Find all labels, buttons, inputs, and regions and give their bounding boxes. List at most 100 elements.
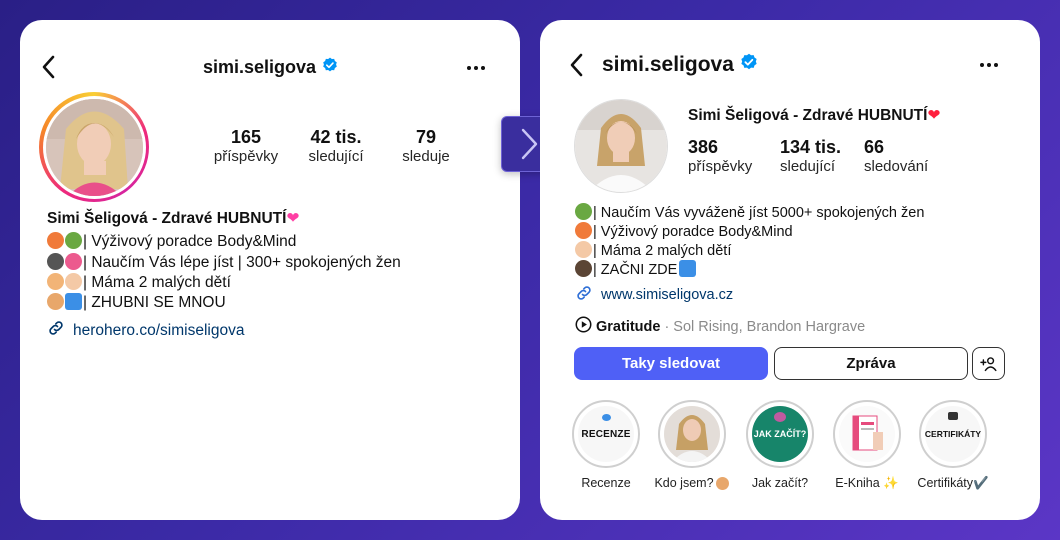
stat-value: 66: [864, 137, 885, 157]
profile-display-name: Simi Šeligová - Zdravé HUBNUTÍ❤: [688, 106, 940, 125]
bio-text: | Výživový poradce Body&Mind: [593, 224, 793, 240]
add-user-button[interactable]: [972, 347, 1005, 380]
stat-value: 386: [688, 137, 719, 157]
bio-line-3: | Máma 2 malých dětí: [47, 273, 231, 292]
bio-text: | Výživový poradce Body&Mind: [83, 233, 297, 250]
stat-posts[interactable]: 386 příspěvky: [688, 137, 752, 175]
back-arrow-icon[interactable]: [564, 52, 590, 78]
pizza-emoji-icon: [47, 232, 64, 249]
music-artist: · Sol Rising, Brandon Hargrave: [664, 318, 866, 335]
magnifier-emoji-icon: [47, 253, 64, 270]
link-icon: [47, 319, 65, 342]
avatar: [45, 98, 143, 196]
more-options-icon[interactable]: [976, 52, 1002, 78]
display-name-text: Simi Šeligová - Zdravé HUBNUTÍ: [47, 210, 287, 227]
highlight-title-text: Kdo jsem?: [654, 476, 714, 490]
link-text: herohero.co/simiseligova: [73, 321, 245, 339]
back-arrow-icon[interactable]: [36, 54, 62, 80]
play-icon: [575, 316, 592, 337]
highlight-title: Jak začít?: [751, 476, 809, 490]
highlight-kdo-jsem[interactable]: Kdo jsem?: [652, 400, 732, 490]
highlight-jak-zacit[interactable]: JAK ZAČÍT? Jak začít?: [740, 400, 820, 490]
graduation-cap-icon: [948, 412, 958, 420]
profile-music[interactable]: Gratitude · Sol Rising, Brandon Hargrave: [575, 316, 865, 337]
baby-emoji-icon: [65, 273, 82, 290]
down-arrow-emoji-icon: [65, 293, 82, 310]
bio-line-3: | Máma 2 malých dětí: [575, 241, 731, 259]
mother-emoji-icon: [47, 273, 64, 290]
bio-text: | ZHUBNI SE MNOU: [83, 294, 226, 311]
bikini-emoji-icon: [65, 253, 82, 270]
stat-posts[interactable]: 165 příspěvky: [210, 127, 282, 165]
yoga-emoji-icon: [715, 477, 729, 490]
username-text: simi.seligova: [203, 57, 317, 77]
bio-text: | Naučím Vás vyváženě jíst 5000+ spokoje…: [593, 205, 925, 221]
stat-label: příspěvky: [213, 148, 279, 165]
stat-following[interactable]: 79 sleduje: [390, 127, 462, 165]
more-options-icon[interactable]: [463, 55, 489, 81]
highlight-cover: [664, 406, 720, 462]
down-arrow-emoji-icon: [679, 260, 697, 277]
highlight-cover: [839, 406, 895, 462]
highlight-cover: CERTIFIKÁTY: [925, 406, 981, 462]
highlight-e-kniha[interactable]: E-Kniha ✨: [827, 400, 907, 491]
link-text: www.simiseligova.cz: [601, 287, 734, 303]
music-title: Gratitude: [596, 318, 661, 335]
ebook-icon: [852, 415, 883, 451]
bio-line-1: | Výživový poradce Body&Mind: [47, 232, 296, 251]
stat-value: 165: [230, 127, 262, 147]
baby-emoji-icon: [575, 241, 592, 258]
link-icon: [575, 284, 593, 306]
stat-followers[interactable]: 134 tis. sledující: [780, 137, 841, 175]
profile-display-name: Simi Šeligová - Zdravé HUBNUTÍ❤: [47, 209, 299, 228]
verified-badge-icon: [740, 53, 758, 77]
highlight-recenze[interactable]: RECENZE Recenze: [566, 400, 646, 490]
red-heart-icon: ❤: [927, 107, 941, 124]
highlight-title: Recenze: [581, 476, 631, 490]
stat-value: 42 tis.: [310, 127, 362, 147]
highlight-title: Kdo jsem?: [652, 476, 732, 490]
profile-avatar-story-ring[interactable]: [39, 92, 149, 202]
bio-text: | ZAČNI ZDE: [593, 262, 678, 278]
stat-label: sledující: [308, 148, 364, 165]
bio-text: | Máma 2 malých dětí: [593, 243, 732, 259]
bio-text: | Máma 2 malých dětí: [83, 274, 231, 291]
bio-line-2: | Naučím Vás lépe jíst | 300+ spokojenýc…: [47, 253, 401, 272]
highlight-cover: RECENZE: [578, 406, 634, 462]
stat-value: 134 tis.: [780, 137, 842, 157]
highlight-title: Certifikáty✔️: [917, 476, 989, 490]
profile-link[interactable]: www.simiseligova.cz: [575, 284, 733, 306]
avatar[interactable]: [574, 99, 668, 193]
verified-badge-icon: [322, 57, 338, 78]
message-button[interactable]: Zpráva: [774, 347, 968, 380]
chevron-right-icon: [521, 128, 538, 160]
profile-link[interactable]: herohero.co/simiseligova: [47, 319, 244, 342]
profile-username: simi.seligova: [203, 57, 338, 78]
highlight-title: E-Kniha ✨: [835, 476, 899, 490]
display-name-text: Simi Šeligová - Zdravé HUBNUTÍ: [688, 107, 928, 124]
stat-following[interactable]: 66 sledování: [864, 137, 928, 175]
pink-heart-icon: ❤: [286, 210, 300, 227]
speech-bubble-icon: [602, 414, 611, 421]
profile-username: simi.seligova: [602, 53, 758, 77]
stat-label: sledující: [780, 158, 836, 175]
stat-label: sleduje: [402, 148, 450, 165]
pizza-emoji-icon: [575, 222, 592, 239]
stat-value: 79: [415, 127, 437, 147]
follow-button[interactable]: Taky sledovat: [574, 347, 768, 380]
profile-card-before: simi.seligova 165 příspěvky 42 tis. sled…: [20, 20, 520, 520]
bio-line-4: | ZHUBNI SE MNOU: [47, 293, 226, 312]
bio-line-2: | Výživový poradce Body&Mind: [575, 222, 793, 240]
salad-emoji-icon: [575, 203, 592, 220]
highlight-certifikaty[interactable]: CERTIFIKÁTY Certifikáty✔️: [913, 400, 993, 491]
woman-icon: [774, 412, 786, 422]
yoga-emoji-icon: [47, 293, 64, 310]
stat-followers[interactable]: 42 tis. sledující: [300, 127, 372, 165]
stat-label: příspěvky: [688, 158, 753, 175]
bio-line-1: | Naučím Vás vyváženě jíst 5000+ spokoje…: [575, 203, 924, 221]
highlight-cover-text: CERTIFIKÁTY: [925, 429, 981, 439]
profile-card-after: simi.seligova Simi Šeligová - Zdravé HUB…: [540, 20, 1040, 520]
bio-text: | Naučím Vás lépe jíst | 300+ spokojenýc…: [83, 254, 401, 271]
highlight-cover-text: RECENZE: [581, 428, 631, 440]
stat-label: sledování: [864, 158, 929, 175]
